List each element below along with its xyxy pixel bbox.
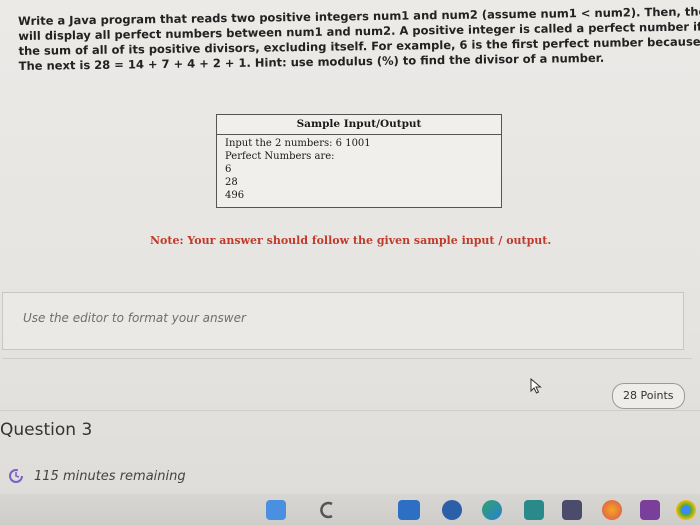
question-heading: Question 3 [0, 420, 93, 440]
store-icon[interactable] [562, 500, 582, 520]
section-divider [0, 410, 700, 411]
edge-icon[interactable] [482, 500, 502, 520]
question-text: Write a Java program that reads two posi… [18, 4, 700, 74]
answer-editor[interactable]: Use the editor to format your answer [2, 292, 684, 350]
learn-icon[interactable] [524, 500, 544, 520]
app-icon[interactable] [640, 500, 660, 520]
task-view-icon[interactable] [398, 500, 420, 520]
taskbar [0, 494, 700, 525]
mouse-cursor-icon [530, 378, 542, 394]
editor-toolbar-area [2, 358, 692, 377]
sample-line: 6 [225, 164, 232, 175]
firefox-icon[interactable] [602, 500, 622, 520]
sample-io-table: Sample Input/Output Input the 2 numbers:… [216, 114, 502, 208]
note-text: Note: Your answer should follow the give… [150, 234, 552, 247]
chrome-icon[interactable] [676, 500, 696, 520]
sample-line: 28 [225, 177, 238, 188]
meet-icon[interactable] [442, 500, 462, 520]
start-icon[interactable] [266, 500, 286, 520]
sample-io-body: Input the 2 numbers: 6 1001 Perfect Numb… [217, 135, 501, 204]
editor-placeholder: Use the editor to format your answer [23, 311, 246, 325]
sample-line: Input the 2 numbers: 6 1001 [225, 138, 371, 149]
points-badge: 28 Points [612, 383, 685, 409]
sample-line: 496 [225, 190, 245, 201]
search-icon[interactable] [318, 500, 338, 520]
sample-line: Perfect Numbers are: [225, 151, 335, 162]
timer-text: 115 minutes remaining [34, 468, 186, 484]
timer-icon [9, 469, 23, 483]
timer: 115 minutes remaining [8, 468, 186, 484]
sample-io-title: Sample Input/Output [217, 115, 501, 135]
